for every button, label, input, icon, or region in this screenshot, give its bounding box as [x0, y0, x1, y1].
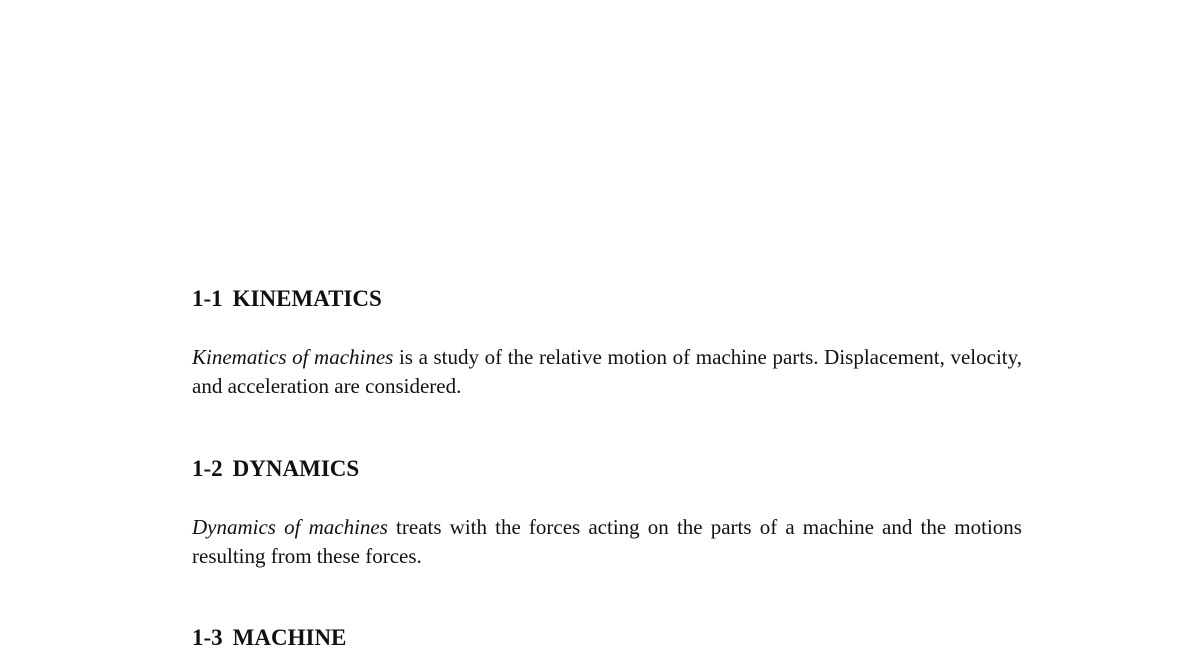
- defined-term: Dynamics of machines: [192, 515, 388, 539]
- document-page: 1-1 KINEMATICS Kinematics of machines is …: [0, 0, 1186, 667]
- section-number: 1-1: [192, 286, 223, 311]
- section-number: 1-2: [192, 456, 223, 481]
- section-title: MACHINE: [232, 625, 347, 650]
- section-title: DYNAMICS: [232, 456, 360, 481]
- section-kinematics: 1-1 KINEMATICS Kinematics of machines is …: [192, 285, 1022, 401]
- section-title: KINEMATICS: [232, 286, 382, 311]
- defined-term: Kinematics of machines: [192, 345, 394, 369]
- section-paragraph: Kinematics of machines is a study of the…: [192, 343, 1022, 401]
- section-dynamics: 1-2 DYNAMICS Dynamics of machines treats …: [192, 455, 1022, 571]
- section-number: 1-3: [192, 625, 223, 650]
- section-heading: 1-3 MACHINE: [192, 624, 1022, 652]
- section-heading: 1-2 DYNAMICS: [192, 455, 1022, 483]
- section-paragraph: Dynamics of machines treats with the for…: [192, 513, 1022, 571]
- section-heading: 1-1 KINEMATICS: [192, 285, 1022, 313]
- section-machine: 1-3 MACHINE: [192, 624, 1022, 652]
